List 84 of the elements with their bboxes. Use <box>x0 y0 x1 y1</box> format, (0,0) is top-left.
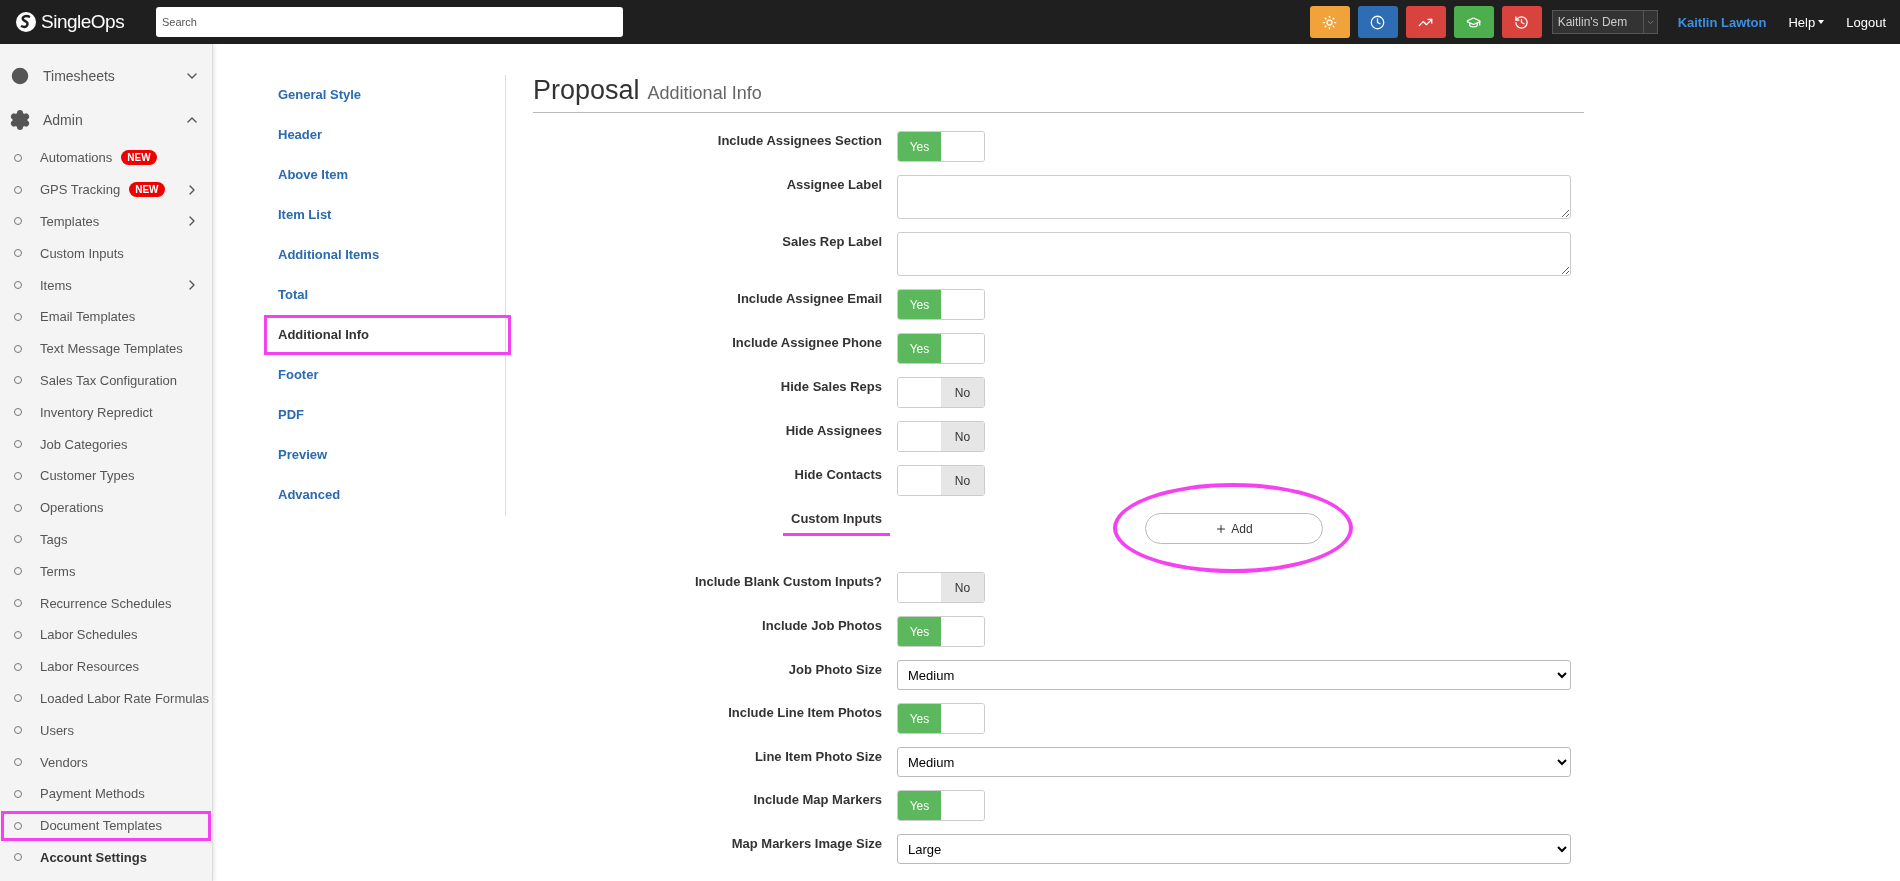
text-area-field[interactable] <box>897 175 1571 219</box>
sidebar-item[interactable]: Admin <box>0 98 212 142</box>
field-label: Include Assignee Email <box>737 290 882 306</box>
toggle-switch[interactable]: No <box>897 421 985 452</box>
caret-icon <box>1818 20 1825 24</box>
sidebar-item[interactable]: Recurrence Schedules <box>0 587 212 619</box>
logo-text: SingleOps <box>41 11 125 33</box>
settings-nav-link[interactable]: Total <box>264 275 511 315</box>
sidebar-item[interactable]: Timesheets <box>0 54 212 98</box>
new-badge: NEW <box>121 150 157 166</box>
sidebar-item[interactable]: Inventory Repredict <box>0 396 212 429</box>
settings-nav-link[interactable]: Additional Items <box>264 235 511 275</box>
sidebar-item[interactable]: Job Categories <box>0 428 212 460</box>
settings-nav-link[interactable]: Additional Info <box>264 315 511 355</box>
sidebar-item[interactable]: GPS Tracking NEW <box>0 173 212 206</box>
quick-action-button[interactable] <box>1501 6 1542 38</box>
page-title: Proposal <box>533 75 640 106</box>
select-field[interactable]: Large <box>897 834 1571 864</box>
sidebar-item[interactable]: Email Templates <box>0 301 212 333</box>
select-field[interactable]: Medium <box>897 747 1571 777</box>
page-subtitle: Additional Info <box>647 83 762 104</box>
sidebar-item[interactable]: Users <box>0 714 212 747</box>
sidebar-item[interactable]: Tags <box>0 523 212 556</box>
sidebar-item[interactable]: Labor Resources <box>0 650 212 683</box>
quick-action-button[interactable] <box>1405 6 1446 38</box>
toggle-switch[interactable]: No <box>897 377 985 408</box>
quick-action-button[interactable] <box>1357 6 1398 38</box>
sidebar-item[interactable]: Custom Inputs <box>0 237 212 270</box>
settings-nav-link[interactable]: Advanced <box>264 475 511 515</box>
user-name-link[interactable]: Kaitlin Lawton <box>1677 14 1767 30</box>
add-button[interactable]: Add <box>1145 513 1323 544</box>
settings-nav-link[interactable]: Preview <box>264 435 511 475</box>
settings-nav-link[interactable]: Footer <box>264 355 511 395</box>
sidebar-item[interactable]: Operations <box>0 491 212 524</box>
field-label: Include Assignees Section <box>717 132 882 148</box>
field-label: Include Job Photos <box>762 617 882 633</box>
logo-icon <box>15 11 37 33</box>
logout-link[interactable]: Logout <box>1846 14 1886 30</box>
settings-nav-link[interactable]: Above Item <box>264 155 511 195</box>
quick-action-button[interactable] <box>1309 6 1350 38</box>
field-label: Job Photo Size <box>788 661 882 677</box>
sidebar-item[interactable]: Document Templates <box>0 809 212 842</box>
field-label: Include Line Item Photos <box>728 704 882 720</box>
account-select[interactable]: Kaitlin's Dem <box>1551 10 1658 34</box>
sidebar-item[interactable]: Sales Tax Configuration <box>0 364 212 397</box>
gear-icon <box>9 109 31 131</box>
help-menu[interactable]: Help <box>1788 14 1825 30</box>
field-label: Hide Contacts <box>794 466 882 482</box>
new-badge: NEW <box>129 182 165 198</box>
sidebar-item[interactable]: Labor Schedules <box>0 618 212 651</box>
sun-icon <box>1322 14 1338 30</box>
sidebar-item[interactable]: Terms <box>0 555 212 588</box>
field-label: Hide Sales Reps <box>780 378 882 394</box>
history-icon <box>1514 14 1530 30</box>
sidebar-item[interactable]: Loaded Labor Rate Formulas <box>0 682 212 715</box>
toggle-switch[interactable]: No <box>897 465 985 496</box>
field-label: Hide Assignees <box>785 422 882 438</box>
graduation-cap-icon <box>1466 14 1482 30</box>
text-area-field[interactable] <box>897 232 1571 276</box>
select-field[interactable]: Medium <box>897 660 1571 690</box>
sidebar-item[interactable]: Items <box>0 269 212 301</box>
settings-nav-link[interactable]: PDF <box>264 395 511 435</box>
sidebar-item[interactable]: Text Message Templates <box>0 332 212 365</box>
settings-nav-link[interactable]: Header <box>264 115 511 155</box>
field-label: Line Item Photo Size <box>754 748 882 764</box>
search-field[interactable]: Search <box>156 7 623 37</box>
field-label: Map Markers Image Size <box>731 835 882 851</box>
sidebar-item[interactable]: Payment Methods <box>0 777 212 810</box>
field-label: Sales Rep Label <box>782 233 882 249</box>
toggle-switch[interactable]: No <box>897 572 985 603</box>
field-label: Include Blank Custom Inputs? <box>694 573 882 589</box>
field-label: Include Map Markers <box>753 791 882 807</box>
field-label: Include Assignee Phone <box>732 334 882 350</box>
settings-nav-link[interactable]: Item List <box>264 195 511 235</box>
sidebar-item[interactable]: Vendors <box>0 746 212 778</box>
field-label: Custom Inputs <box>791 509 882 536</box>
sidebar-item[interactable]: Customer Types <box>0 459 212 492</box>
sidebar-item[interactable]: Automations NEW <box>0 142 212 174</box>
field-label: Assignee Label <box>786 176 882 192</box>
sidebar-heading[interactable]: Account Settings <box>0 841 212 874</box>
plus-icon <box>1215 522 1228 535</box>
settings-nav-link[interactable]: General Style <box>264 75 511 115</box>
sidebar-item[interactable]: Templates <box>0 205 212 238</box>
quick-action-button[interactable] <box>1453 6 1494 38</box>
